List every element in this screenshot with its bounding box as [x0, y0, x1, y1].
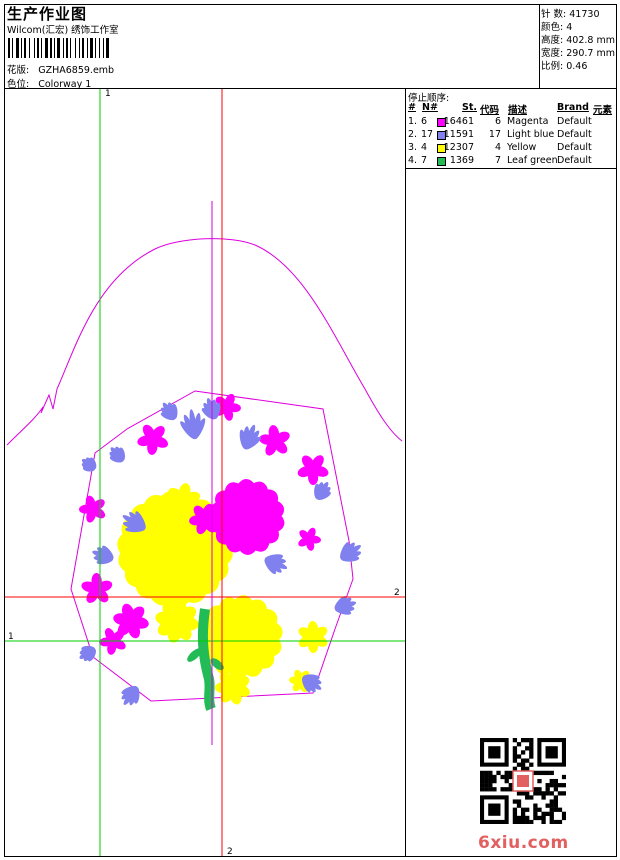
- studio-name: Wilcom(汇宏) 绣饰工作室: [7, 25, 119, 36]
- col-header-index: #: [408, 102, 416, 113]
- guide-label-red-right: 2: [394, 588, 400, 598]
- guide-label-red-bottom: 2: [227, 847, 233, 857]
- col-header-stitches: St.: [462, 102, 477, 113]
- stop-row-desc: Magenta: [507, 116, 549, 127]
- guide-label-green-top: 1: [105, 89, 111, 99]
- col-header-element: 元素: [593, 105, 613, 116]
- stop-row-needle: 6: [421, 116, 428, 127]
- stop-row-needle: 7: [421, 155, 428, 166]
- stop-row-color-swatch: [437, 157, 446, 166]
- stat-value: 0.46: [566, 61, 588, 72]
- stop-row-index: 3.: [408, 142, 418, 153]
- panel-divider: [405, 88, 406, 857]
- stop-row-stitches: 12307: [443, 142, 474, 153]
- stop-row-brand: Default: [557, 129, 592, 140]
- stop-row-code: 7: [494, 155, 501, 166]
- stop-row-stitches: 11591: [443, 129, 474, 140]
- stat-width: 宽度: 290.7 mm: [541, 45, 615, 59]
- sheet-title: 生产作业图: [7, 5, 88, 23]
- stat-value: 41730: [569, 9, 600, 20]
- stop-row-desc: Light blue: [507, 129, 555, 140]
- guide-label-green-left: 1: [8, 632, 14, 642]
- stop-row-brand: Default: [557, 155, 592, 166]
- stop-row-needle: 17: [421, 129, 434, 140]
- stop-row-stitches: 1369: [449, 155, 474, 166]
- col-header-desc: 描述: [508, 105, 528, 116]
- col-header-code: 代码: [480, 105, 500, 116]
- stop-row-color-swatch: [437, 131, 446, 140]
- design-file-row: 花版: GZHA6859.emb: [7, 62, 114, 76]
- stop-row-code: 17: [488, 129, 501, 140]
- stop-row-index: 4.: [408, 155, 418, 166]
- stop-row-index: 1.: [408, 116, 418, 127]
- stop-row-color-swatch: [437, 144, 446, 153]
- stat-label: 比例:: [541, 61, 564, 72]
- design-file-value: GZHA6859.emb: [38, 65, 115, 76]
- col-header-needle: N#: [422, 102, 438, 113]
- table-divider: [405, 168, 617, 169]
- stat-colors: 颜色: 4: [541, 19, 572, 33]
- design-canvas: [5, 89, 405, 856]
- stat-stitches: 针 数: 41730: [541, 6, 600, 20]
- stop-row-color-swatch: [437, 118, 446, 127]
- col-header-brand: Brand: [557, 102, 589, 113]
- stats-divider: [539, 4, 540, 88]
- stat-height: 高度: 402.8 mm: [541, 32, 615, 46]
- stop-row-brand: Default: [557, 142, 592, 153]
- stop-row-desc: Leaf green: [507, 155, 558, 166]
- stop-row-code: 4: [494, 142, 501, 153]
- qr-code: [480, 738, 566, 824]
- stop-row-brand: Default: [557, 116, 592, 127]
- stop-row-index: 2.: [408, 129, 418, 140]
- stop-row-stitches: 16461: [443, 116, 474, 127]
- stop-row-code: 6: [494, 116, 501, 127]
- design-file-label: 花版:: [7, 65, 30, 76]
- site-watermark: 6xiu.com: [478, 833, 569, 853]
- stop-row-desc: Yellow: [507, 142, 537, 153]
- barcode: [8, 38, 109, 58]
- stat-scale: 比例: 0.46: [541, 58, 587, 72]
- stop-row-needle: 4: [421, 142, 428, 153]
